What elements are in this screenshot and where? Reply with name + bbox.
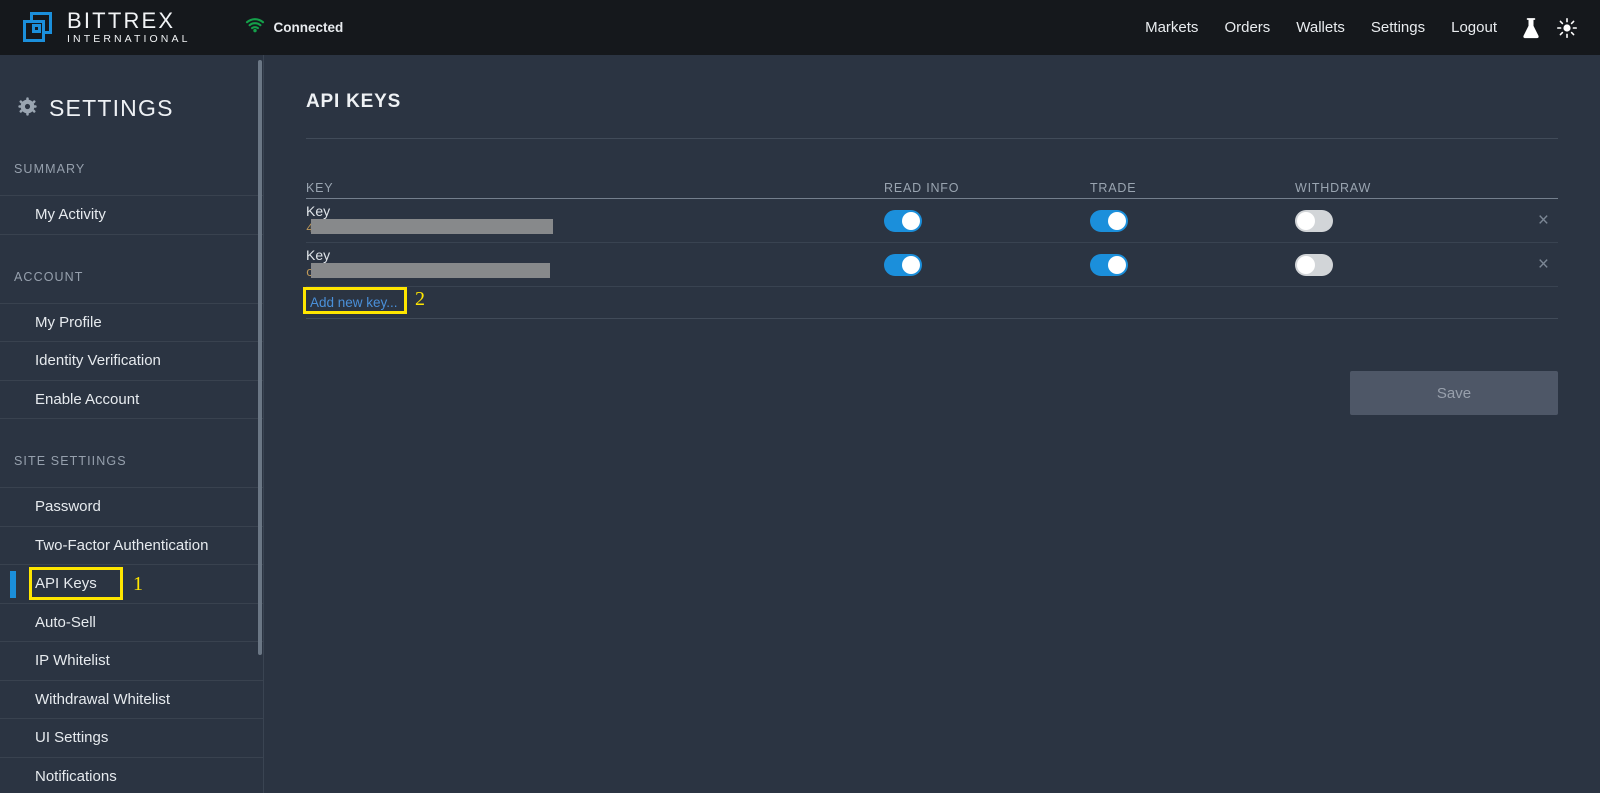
sidebar-item-password[interactable]: Password: [0, 487, 263, 526]
sidebar-item-label: Auto-Sell: [35, 613, 96, 631]
key-redaction-overlay: [311, 263, 550, 278]
nav-item-logout[interactable]: Logout: [1438, 13, 1510, 42]
api-keys-table: KEY READ INFO TRADE WITHDRAW Key 4 × Key…: [303, 177, 1558, 319]
sidebar-item-ip-whitelist[interactable]: IP Whitelist: [0, 641, 263, 680]
read-info-toggle-cell: [884, 209, 1090, 232]
sidebar-item-label: Withdrawal Whitelist: [35, 690, 171, 708]
top-bar: BITTREX INTERNATIONAL Connected Markets …: [0, 0, 1600, 55]
brand-logo[interactable]: BITTREX INTERNATIONAL: [20, 10, 191, 46]
delete-cell: ×: [1502, 211, 1558, 230]
table-row: Key 4 ×: [306, 199, 1558, 243]
withdraw-toggle[interactable]: [1295, 253, 1333, 276]
read-info-toggle-cell: [884, 253, 1090, 276]
close-icon[interactable]: ×: [1538, 255, 1549, 274]
annotation-number-2: 2: [415, 288, 425, 310]
title-divider: [306, 138, 1558, 139]
withdraw-toggle-cell: [1295, 253, 1502, 276]
withdraw-toggle-cell: [1295, 209, 1502, 232]
brand-name: BITTREX: [67, 8, 176, 34]
wifi-icon: [245, 17, 265, 38]
brand-subtitle: INTERNATIONAL: [67, 33, 191, 46]
sidebar-item-label: API Keys: [35, 575, 97, 593]
key-label: Key: [306, 203, 331, 219]
sidebar-item-notifications[interactable]: Notifications: [0, 756, 263, 793]
read-info-toggle[interactable]: [884, 253, 922, 276]
sidebar-group-label-account: ACCOUNT: [14, 269, 84, 284]
trade-toggle[interactable]: [1090, 209, 1128, 232]
sidebar-item-label: Enable Account: [35, 390, 140, 408]
add-new-key-link[interactable]: Add new key...: [306, 295, 398, 310]
sidebar-item-label: Two-Factor Authentication: [35, 536, 209, 554]
sidebar-item-two-factor-authentication[interactable]: Two-Factor Authentication: [0, 525, 263, 565]
brightness-icon[interactable]: [1552, 13, 1582, 43]
delete-cell: ×: [1502, 255, 1558, 274]
sidebar-item-ui-settings[interactable]: UI Settings: [0, 718, 263, 757]
save-button[interactable]: Save: [1350, 371, 1558, 415]
sidebar-group-account: ACCOUNT My Profile Identity Verification…: [0, 269, 263, 419]
sidebar-title-label: SETTINGS: [49, 95, 174, 121]
sidebar-item-auto-sell[interactable]: Auto-Sell: [0, 602, 263, 642]
sidebar-item-label: Notifications: [35, 767, 117, 785]
sidebar-group-label-summary: SUMMARY: [14, 162, 86, 176]
sidebar-item-withdrawal-whitelist[interactable]: Withdrawal Whitelist: [0, 679, 263, 719]
sidebar-item-my-activity[interactable]: My Activity: [0, 195, 263, 234]
trade-toggle[interactable]: [1090, 253, 1128, 276]
sidebar-item-label: UI Settings: [35, 729, 109, 747]
save-button-container: Save: [306, 371, 1558, 415]
column-header-trade: TRADE: [1090, 181, 1137, 195]
withdraw-toggle[interactable]: [1295, 209, 1333, 232]
column-header-read-info: READ INFO: [884, 181, 960, 195]
nav-item-markets[interactable]: Markets: [1132, 13, 1211, 42]
sidebar-group-label-site-settings: SITE SETTIINGS: [14, 454, 127, 468]
key-cell: Key 4: [306, 204, 884, 237]
close-icon[interactable]: ×: [1538, 211, 1549, 230]
top-navigation: Markets Orders Wallets Settings Logout: [1132, 13, 1582, 43]
gear-icon: [18, 96, 37, 121]
sidebar-item-label: IP Whitelist: [35, 652, 110, 670]
key-label: Key: [306, 247, 331, 263]
sidebar-group-summary: SUMMARY My Activity: [0, 162, 263, 235]
settings-sidebar: SETTINGS SUMMARY My Activity ACCOUNT My …: [0, 55, 264, 793]
table-row: Key c ×: [306, 243, 1558, 287]
table-header-row: KEY READ INFO TRADE WITHDRAW: [306, 177, 1558, 199]
sidebar-item-label: My Profile: [35, 313, 102, 331]
nav-item-wallets[interactable]: Wallets: [1283, 13, 1358, 42]
bittrex-logo-icon: [20, 10, 56, 46]
main-content: API KEYS KEY READ INFO TRADE WITHDRAW Ke…: [264, 55, 1600, 793]
flask-icon[interactable]: [1516, 13, 1546, 43]
sidebar-item-my-profile[interactable]: My Profile: [0, 302, 263, 342]
sidebar-group-site-settings: SITE SETTIINGS Password Two-Factor Authe…: [0, 454, 263, 793]
key-cell: Key c: [306, 248, 884, 281]
sidebar-item-label: Password: [35, 498, 101, 516]
sidebar-item-enable-account[interactable]: Enable Account: [0, 379, 263, 419]
annotation-number-1: 1: [133, 573, 143, 595]
connection-status-label: Connected: [273, 20, 344, 35]
add-new-key-row: Add new key... 2: [303, 287, 1558, 319]
column-header-key: KEY: [306, 181, 334, 195]
read-info-toggle[interactable]: [884, 209, 922, 232]
key-redaction-overlay: [311, 219, 553, 234]
trade-toggle-cell: [1090, 253, 1295, 276]
trade-toggle-cell: [1090, 209, 1295, 232]
sidebar-item-label: My Activity: [35, 206, 106, 224]
sidebar-title: SETTINGS: [0, 55, 263, 122]
page-title: API KEYS: [306, 91, 402, 112]
sidebar-item-identity-verification[interactable]: Identity Verification: [0, 341, 263, 380]
nav-item-orders[interactable]: Orders: [1211, 13, 1283, 42]
active-indicator: [10, 571, 16, 598]
sidebar-item-api-keys[interactable]: API Keys 1: [0, 564, 263, 603]
column-header-withdraw: WITHDRAW: [1295, 181, 1372, 195]
nav-item-settings[interactable]: Settings: [1358, 13, 1438, 42]
connection-status: Connected: [245, 17, 344, 38]
sidebar-scrollbar[interactable]: [258, 60, 262, 655]
sidebar-item-label: Identity Verification: [35, 352, 161, 370]
